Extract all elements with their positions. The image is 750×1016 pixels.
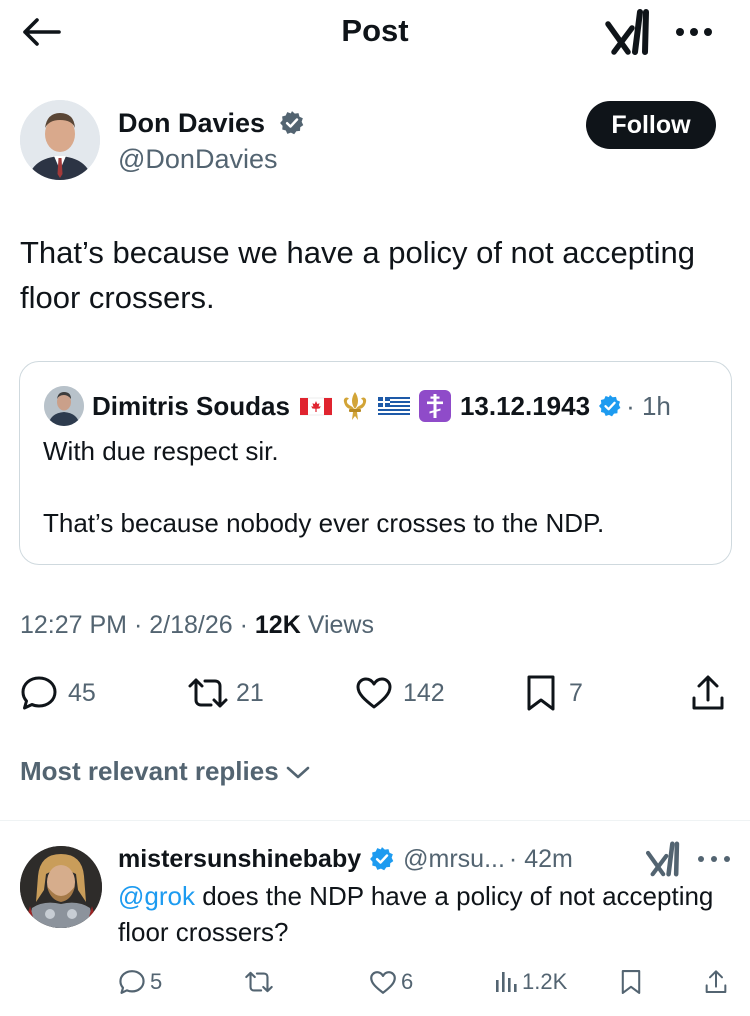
- more-horizontal-icon: [676, 28, 712, 36]
- like-count: 142: [403, 678, 445, 707]
- replies-sort-label: Most relevant replies: [20, 756, 279, 786]
- quote-text-line-1: With due respect sir.: [43, 436, 279, 466]
- bookmark-icon: [527, 675, 555, 711]
- heart-icon: [356, 677, 392, 709]
- quote-text-line-2: That’s because nobody ever crosses to th…: [43, 508, 605, 538]
- reply-author-name[interactable]: mistersunshinebaby: [118, 845, 361, 874]
- reply-more-button[interactable]: [694, 848, 734, 870]
- like-button[interactable]: 142: [355, 672, 445, 714]
- reply-repost-button[interactable]: [243, 965, 279, 999]
- bookmark-button[interactable]: 7: [525, 672, 583, 714]
- author-name[interactable]: Don Davies: [118, 108, 305, 139]
- share-button[interactable]: [690, 672, 726, 714]
- share-icon: [705, 970, 727, 993]
- reply-reply-count: 5: [150, 969, 163, 994]
- author-handle[interactable]: @DonDavies: [118, 144, 277, 175]
- repost-icon: [245, 971, 273, 993]
- greece-flag-icon: [377, 397, 410, 415]
- quote-name-suffix: 13.12.1943: [459, 390, 591, 421]
- reply-timestamp[interactable]: · 42m: [509, 845, 573, 874]
- reply-share-button[interactable]: [704, 965, 728, 999]
- post-text: That’s because we have a policy of not a…: [20, 235, 695, 315]
- reply-grok-button[interactable]: [645, 840, 683, 878]
- repost-icon: [188, 678, 228, 708]
- meta-separator: ·: [239, 611, 248, 639]
- heart-icon: [370, 970, 396, 994]
- reply-author-avatar[interactable]: [20, 846, 102, 928]
- reply-mention-link[interactable]: @grok: [118, 881, 195, 911]
- section-divider: [0, 820, 750, 821]
- author-name-text: Don Davies: [118, 108, 266, 138]
- reply-icon: [21, 676, 57, 710]
- more-options-button[interactable]: [672, 18, 716, 46]
- more-horizontal-icon: [698, 856, 730, 862]
- author-photo: [20, 100, 100, 180]
- quote-timestamp[interactable]: · 1h: [626, 391, 671, 422]
- quoted-post-card[interactable]: Dimitris Soudas 13.12.1943 · 1h With due…: [19, 361, 732, 565]
- quote-verified-badge-icon: [599, 395, 621, 417]
- bookmark-icon: [621, 970, 641, 994]
- top-bar: Post: [0, 0, 750, 64]
- grok-button[interactable]: [604, 8, 654, 56]
- reply-author-photo: [20, 846, 102, 928]
- post-date: 2/18/26: [149, 611, 233, 639]
- reply-bookmark-button[interactable]: [620, 965, 642, 999]
- fleur-de-lis-icon: [343, 392, 367, 420]
- orthodox-cross-icon: [418, 390, 451, 422]
- reply-body: does the NDP have a policy of not accept…: [118, 881, 714, 947]
- reply-views-count: 1.2K: [522, 969, 568, 994]
- grok-icon: [645, 841, 680, 877]
- repost-count: 21: [236, 678, 264, 707]
- chevron-down-icon: [286, 766, 309, 778]
- views-bar-chart-icon: [496, 972, 517, 992]
- repost-button[interactable]: 21: [186, 672, 264, 714]
- author-avatar[interactable]: [20, 100, 100, 180]
- post-time: 12:27 PM: [20, 611, 128, 639]
- quote-author-photo: [44, 386, 84, 426]
- grok-icon: [605, 9, 649, 55]
- bookmark-count: 7: [569, 678, 583, 707]
- views-count[interactable]: 12K: [255, 611, 301, 639]
- post-meta: 12:27 PM · 2/18/26 · 12K Views: [20, 611, 374, 640]
- reply-header: mistersunshinebaby @mrsu... · 42m: [118, 843, 573, 875]
- quote-header: Dimitris Soudas 13.12.1943 · 1h: [92, 390, 671, 422]
- reply-button[interactable]: 45: [20, 672, 96, 714]
- reply-like-button[interactable]: 6: [369, 965, 413, 999]
- reply-views-button[interactable]: 1.2K: [494, 965, 567, 999]
- quote-author-name[interactable]: Dimitris Soudas: [92, 391, 290, 422]
- share-icon: [692, 675, 724, 710]
- canada-flag-icon: [299, 397, 332, 416]
- reply-author-handle[interactable]: @mrsu...: [403, 845, 505, 874]
- reply-icon: [119, 970, 145, 994]
- quote-author-avatar[interactable]: [44, 386, 84, 426]
- meta-separator: ·: [133, 611, 143, 639]
- views-label[interactable]: Views: [308, 611, 374, 639]
- reply-like-count: 6: [401, 969, 414, 994]
- reply-reply-button[interactable]: 5: [118, 965, 162, 999]
- reply-count: 45: [68, 678, 96, 707]
- replies-sort-dropdown[interactable]: Most relevant replies: [20, 756, 311, 787]
- reply-text: @grok does the NDP have a policy of not …: [118, 878, 718, 950]
- reply-verified-badge-icon: [370, 847, 394, 871]
- verified-badge-icon: [279, 110, 303, 135]
- follow-button[interactable]: Follow: [586, 101, 716, 149]
